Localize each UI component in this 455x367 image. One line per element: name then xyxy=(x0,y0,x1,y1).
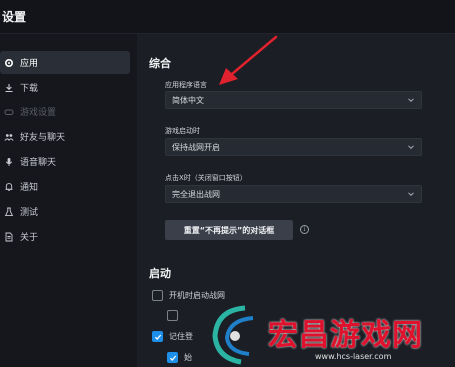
watermark-url: www.hcs-laser.com xyxy=(315,352,392,361)
watermark: 宏昌游戏网 www.hcs-laser.com xyxy=(205,300,455,367)
watermark-text: 宏昌游戏网 xyxy=(268,318,423,353)
watermark-logo-icon xyxy=(212,305,254,365)
